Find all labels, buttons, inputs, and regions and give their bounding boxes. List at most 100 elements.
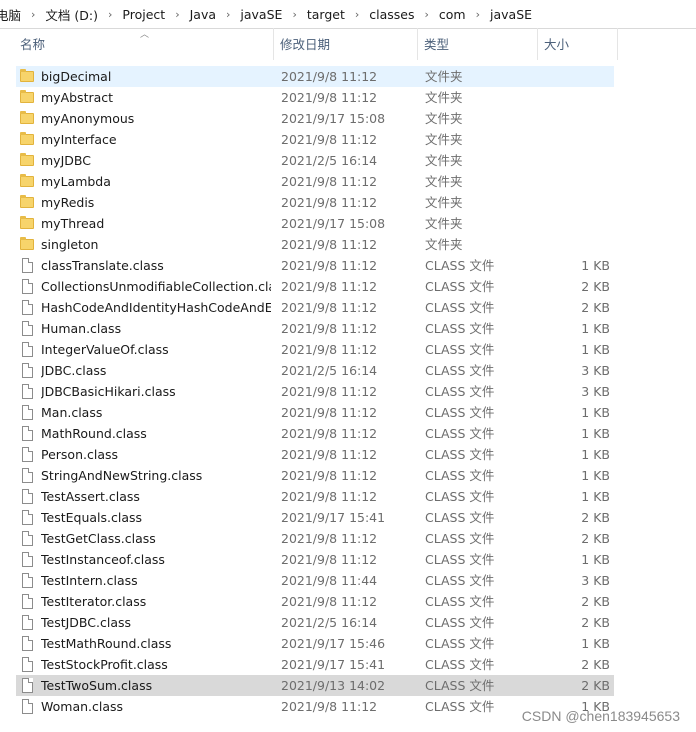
breadcrumb-item-project[interactable]: Project [120, 7, 167, 22]
folder-row[interactable]: myJDBC 2021/2/5 16:14 文件夹 [16, 150, 614, 171]
file-row[interactable]: classTranslate.class 2021/9/8 11:12 CLASS … [16, 255, 614, 276]
file-name: JDBC.class [41, 363, 107, 378]
file-type: CLASS 文件 [425, 594, 495, 609]
file-row[interactable]: StringAndNewString.class 2021/9/8 11:12 CL… [16, 465, 614, 486]
file-name: myRedis [41, 195, 95, 210]
file-icon [20, 360, 36, 381]
file-name: JDBCBasicHikari.class [41, 384, 176, 399]
column-header-size[interactable]: 大小 [538, 28, 618, 60]
file-type: CLASS 文件 [425, 678, 495, 693]
column-header-name[interactable]: 名称 [14, 28, 274, 60]
file-row[interactable]: TestIterator.class 2021/9/8 11:12 CLASS 文件… [16, 591, 614, 612]
breadcrumb-item-javase[interactable]: javaSE [238, 7, 284, 22]
file-row[interactable]: IntegerValueOf.class 2021/9/8 11:12 CLASS … [16, 339, 614, 360]
file-row[interactable]: JDBC.class 2021/2/5 16:14 CLASS 文件 3 KB [16, 360, 614, 381]
file-row[interactable]: MathRound.class 2021/9/8 11:12 CLASS 文件 1 K… [16, 423, 614, 444]
file-row[interactable]: Human.class 2021/9/8 11:12 CLASS 文件 1 KB [16, 318, 614, 339]
file-type: CLASS 文件 [425, 342, 495, 357]
file-modified-date: 2021/9/17 15:46 [281, 636, 386, 651]
file-row[interactable]: TestAssert.class 2021/9/8 11:12 CLASS 文件 1 … [16, 486, 614, 507]
file-modified-date: 2021/9/8 11:12 [281, 342, 378, 357]
file-name: TestStockProfit.class [41, 657, 168, 672]
file-row[interactable]: TestGetClass.class 2021/9/8 11:12 CLASS 文件… [16, 528, 614, 549]
breadcrumb-item-current[interactable]: javaSE [488, 7, 534, 22]
file-type: CLASS 文件 [425, 384, 495, 399]
file-name: TestAssert.class [41, 489, 140, 504]
file-row[interactable]: HashCodeAndIdentityHashCodeAndE... 2021/9… [16, 297, 614, 318]
column-header: ︿ 名称 修改日期 类型 大小 [0, 28, 696, 60]
file-size [540, 234, 610, 255]
folder-row[interactable]: myThread 2021/9/17 15:08 文件夹 [16, 213, 614, 234]
chevron-right-icon[interactable]: › [23, 8, 43, 21]
column-header-date[interactable]: 修改日期 [274, 28, 418, 60]
chevron-right-icon[interactable]: › [284, 8, 304, 21]
file-type: 文件夹 [425, 237, 463, 252]
breadcrumb-item-computer[interactable]: 电脑 [0, 5, 23, 24]
file-modified-date: 2021/9/8 11:12 [281, 237, 378, 252]
file-row[interactable]: TestJDBC.class 2021/2/5 16:14 CLASS 文件 2 KB [16, 612, 614, 633]
folder-row[interactable]: singleton 2021/9/8 11:12 文件夹 [16, 234, 614, 255]
breadcrumb-item-target[interactable]: target [305, 7, 347, 22]
breadcrumb-item-classes[interactable]: classes [367, 7, 416, 22]
file-modified-date: 2021/9/8 11:12 [281, 447, 378, 462]
file-size: 1 KB [581, 636, 610, 651]
file-size: 3 KB [581, 384, 610, 399]
file-row[interactable]: JDBCBasicHikari.class 2021/9/8 11:12 CLASS… [16, 381, 614, 402]
file-row[interactable]: TestMathRound.class 2021/9/17 15:46 CLASS … [16, 633, 614, 654]
file-name: myInterface [41, 132, 117, 147]
folder-row[interactable]: myRedis 2021/9/8 11:12 文件夹 [16, 192, 614, 213]
folder-row[interactable]: myLambda 2021/9/8 11:12 文件夹 [16, 171, 614, 192]
file-name: TestIterator.class [41, 594, 147, 609]
column-header-type[interactable]: 类型 [418, 28, 538, 60]
file-size: 2 KB [581, 279, 610, 294]
file-row[interactable]: TestInstanceof.class 2021/9/8 11:12 CLASS … [16, 549, 614, 570]
file-modified-date: 2021/9/8 11:12 [281, 468, 378, 483]
file-name: MathRound.class [41, 426, 147, 441]
file-row[interactable]: TestEquals.class 2021/9/17 15:41 CLASS 文件 2… [16, 507, 614, 528]
folder-icon [20, 129, 36, 150]
file-row[interactable]: TestStockProfit.class 2021/9/17 15:41 CLAS… [16, 654, 614, 675]
file-name: TestInstanceof.class [41, 552, 165, 567]
chevron-right-icon[interactable]: › [417, 8, 437, 21]
file-type: CLASS 文件 [425, 300, 495, 315]
file-icon [20, 696, 36, 717]
file-name: myAnonymous [41, 111, 135, 126]
folder-row[interactable]: myAnonymous 2021/9/17 15:08 文件夹 [16, 108, 614, 129]
file-row[interactable]: Person.class 2021/9/8 11:12 CLASS 文件 1 KB [16, 444, 614, 465]
file-modified-date: 2021/9/8 11:12 [281, 321, 378, 336]
file-modified-date: 2021/9/17 15:08 [281, 111, 386, 126]
chevron-right-icon[interactable]: › [468, 8, 488, 21]
file-modified-date: 2021/9/8 11:12 [281, 300, 378, 315]
breadcrumb-item-drive[interactable]: 文档 (D:) [43, 5, 100, 24]
file-modified-date: 2021/9/8 11:12 [281, 531, 378, 546]
file-row[interactable]: Man.class 2021/9/8 11:12 CLASS 文件 1 KB [16, 402, 614, 423]
file-size: 1 KB [581, 468, 610, 483]
folder-row[interactable]: myInterface 2021/9/8 11:12 文件夹 [16, 129, 614, 150]
file-size: 3 KB [581, 573, 610, 588]
chevron-right-icon[interactable]: › [218, 8, 238, 21]
folder-row[interactable]: myAbstract 2021/9/8 11:12 文件夹 [16, 87, 614, 108]
file-icon [20, 549, 36, 570]
breadcrumb-item-com[interactable]: com [437, 7, 468, 22]
file-modified-date: 2021/9/8 11:12 [281, 489, 378, 504]
file-row[interactable]: TestIntern.class 2021/9/8 11:44 CLASS 文件 3 … [16, 570, 614, 591]
file-type: 文件夹 [425, 111, 463, 126]
file-row[interactable]: TestTwoSum.class 2021/9/13 14:02 CLASS 文件 2… [16, 675, 614, 696]
file-modified-date: 2021/9/17 15:41 [281, 510, 386, 525]
file-modified-date: 2021/9/17 15:41 [281, 657, 386, 672]
file-size [540, 87, 610, 108]
file-modified-date: 2021/9/8 11:12 [281, 594, 378, 609]
file-modified-date: 2021/9/8 11:12 [281, 552, 378, 567]
file-name: Man.class [41, 405, 103, 420]
breadcrumb-item-java[interactable]: Java [188, 7, 218, 22]
breadcrumb[interactable]: 电脑 › 文档 (D:) › Project › Java › javaSE ›… [0, 0, 696, 29]
chevron-right-icon[interactable]: › [100, 8, 120, 21]
file-type: CLASS 文件 [425, 489, 495, 504]
folder-row[interactable]: bigDecimal 2021/9/8 11:12 文件夹 [16, 66, 614, 87]
chevron-right-icon[interactable]: › [347, 8, 367, 21]
file-type: CLASS 文件 [425, 573, 495, 588]
file-size [540, 66, 610, 87]
chevron-right-icon[interactable]: › [167, 8, 187, 21]
file-name: TestIntern.class [41, 573, 138, 588]
file-row[interactable]: CollectionsUnmodifiableCollection.cla...… [16, 276, 614, 297]
